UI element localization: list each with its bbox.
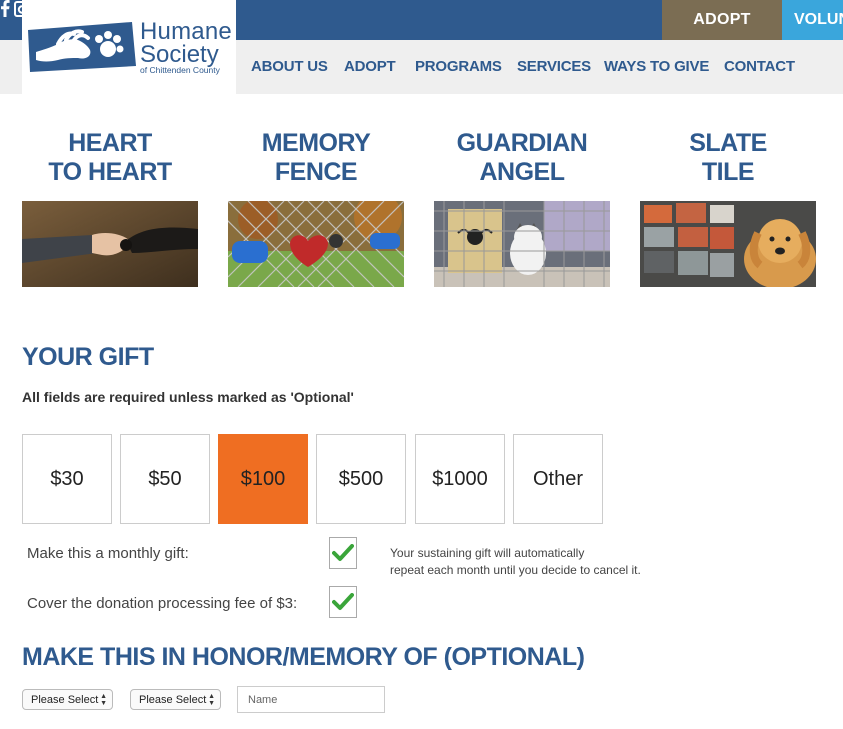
tile-heart-to-heart-title[interactable]: HEART TO HEART: [22, 129, 198, 187]
amount-option-50[interactable]: $50: [120, 434, 210, 524]
facebook-icon[interactable]: [0, 0, 14, 21]
memory-fence-image[interactable]: [228, 201, 404, 287]
amount-option-100[interactable]: $100: [218, 434, 308, 524]
checkmark-icon: [332, 544, 354, 561]
guardian-angel-image[interactable]: [434, 201, 610, 287]
tile-title-line2: TO HEART: [48, 158, 172, 186]
honor-memory-heading: MAKE THIS IN HONOR/MEMORY OF (OPTIONAL): [22, 643, 585, 671]
nav-ways-to-give[interactable]: WAYS TO GIVE: [604, 58, 709, 75]
volunteer-button[interactable]: VOLUN: [782, 0, 843, 40]
nav-programs[interactable]: PROGRAMS: [415, 58, 502, 75]
monthly-gift-note-line1: Your sustaining gift will automatically: [390, 546, 585, 560]
checkmark-icon: [332, 593, 354, 610]
tile-title-line2: FENCE: [274, 158, 358, 186]
honor-type-select-value: Please Select: [31, 693, 99, 706]
processing-fee-label: Cover the donation processing fee of $3:: [27, 595, 298, 612]
your-gift-heading: YOUR GIFT: [22, 343, 154, 371]
monthly-gift-note-line2: repeat each month until you decide to ca…: [390, 563, 641, 577]
logo-text-line3: of Chittenden County: [140, 65, 220, 75]
required-fields-note: All fields are required unless marked as…: [22, 389, 354, 405]
honor-type-select[interactable]: Please Select ▲ ▼: [22, 689, 113, 710]
nav-contact[interactable]: CONTACT: [724, 58, 795, 75]
amount-option-500[interactable]: $500: [316, 434, 406, 524]
nav-adopt[interactable]: ADOPT: [344, 58, 396, 75]
monthly-gift-label: Make this a monthly gift:: [27, 545, 189, 562]
tile-title-line1: MEMORY: [261, 129, 371, 157]
monthly-gift-note: Your sustaining gift will automatically …: [390, 545, 641, 579]
logo-text-line2: Society: [140, 41, 219, 68]
tile-slate-tile-title[interactable]: SLATE TILE: [640, 129, 816, 187]
adopt-button[interactable]: ADOPT: [662, 0, 782, 40]
tile-title-line1: SLATE: [689, 129, 767, 157]
tile-title-line1: GUARDIAN: [456, 129, 588, 157]
tile-memory-fence-title[interactable]: MEMORY FENCE: [228, 129, 404, 187]
monthly-gift-checkbox[interactable]: [329, 537, 357, 569]
slate-tile-image[interactable]: [640, 201, 816, 287]
honor-relation-select[interactable]: Please Select ▲ ▼: [130, 689, 221, 710]
tile-title-line2: ANGEL: [479, 158, 566, 186]
processing-fee-checkbox[interactable]: [329, 586, 357, 618]
select-arrows-icon: ▲ ▼: [208, 693, 215, 707]
heart-to-heart-image[interactable]: [22, 201, 198, 287]
tile-title-line2: TILE: [701, 158, 755, 186]
nav-services[interactable]: SERVICES: [517, 58, 591, 75]
amount-option-other[interactable]: Other: [513, 434, 603, 524]
tile-title-line1: HEART: [68, 129, 152, 157]
nav-about-us[interactable]: ABOUT US: [251, 58, 328, 75]
amount-option-1000[interactable]: $1000: [415, 434, 505, 524]
amount-option-30[interactable]: $30: [22, 434, 112, 524]
honoree-name-input[interactable]: [237, 686, 385, 713]
honor-relation-select-value: Please Select: [139, 693, 207, 706]
select-arrows-icon: ▲ ▼: [100, 693, 107, 707]
site-logo[interactable]: Humane Society of Chittenden County: [22, 0, 236, 94]
tile-guardian-angel-title[interactable]: GUARDIAN ANGEL: [434, 129, 610, 187]
hand-paw-logo-icon: [28, 22, 138, 79]
